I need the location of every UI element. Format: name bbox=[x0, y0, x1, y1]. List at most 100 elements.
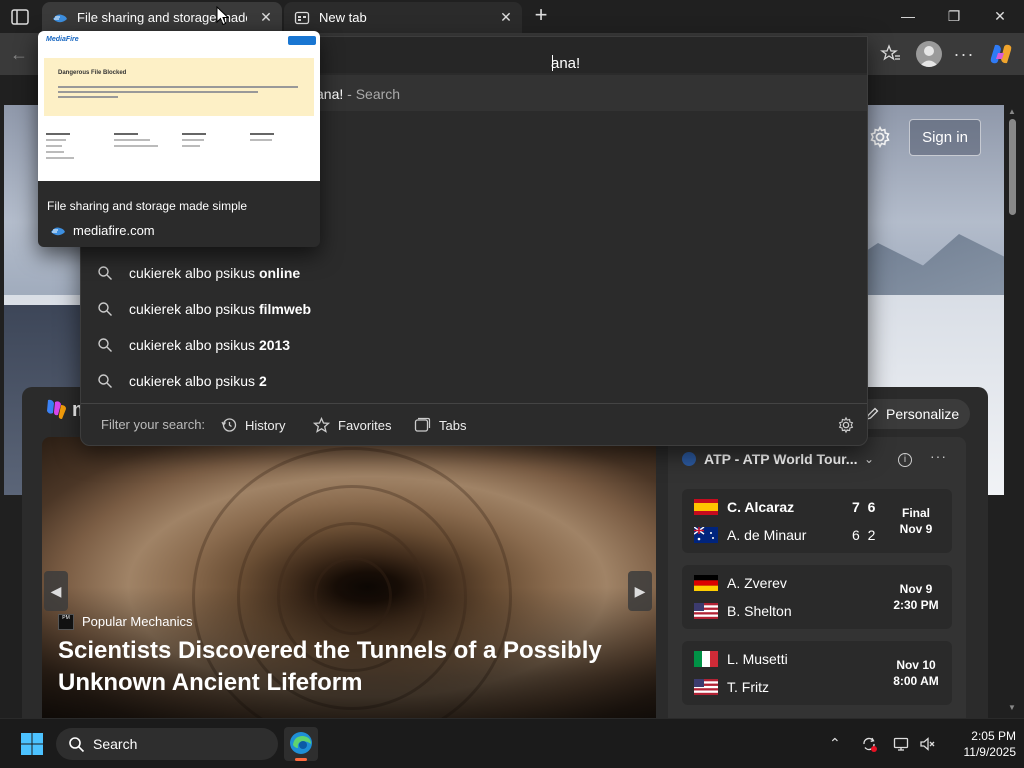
windows-logo-icon bbox=[21, 733, 43, 755]
favorites-button[interactable] bbox=[880, 43, 902, 65]
sports-title: ATP - ATP World Tour... bbox=[704, 451, 858, 467]
search-suggestion[interactable]: cukierek albo psikus online bbox=[81, 255, 867, 291]
thumb-text-line bbox=[58, 96, 118, 98]
featured-article-card[interactable]: ◀ ▶ PM Popular Mechanics Scientists Disc… bbox=[42, 437, 656, 718]
avatar-icon bbox=[919, 46, 939, 67]
personalize-button[interactable]: Personalize bbox=[852, 399, 970, 429]
player-2: T. Fritz bbox=[694, 679, 769, 695]
tab-mediafire[interactable]: File sharing and storage made simple ✕ bbox=[42, 2, 282, 33]
tab-actions-button[interactable] bbox=[8, 6, 32, 28]
carousel-prev-button[interactable]: ◀ bbox=[44, 571, 68, 611]
mouse-cursor-icon bbox=[216, 6, 229, 26]
match-row[interactable]: C. Alcaraz A. de Minaur 7 6 6 2 Final No… bbox=[682, 489, 952, 553]
player-name: C. Alcaraz bbox=[727, 499, 795, 515]
history-icon bbox=[221, 418, 237, 432]
info-icon[interactable]: i bbox=[898, 453, 912, 467]
mediafire-thumb-logo: MediaFire bbox=[46, 36, 79, 43]
clock-date: 11/9/2025 bbox=[963, 745, 1017, 759]
page-scrollbar[interactable]: ▲ ▼ bbox=[1005, 105, 1019, 718]
filter-history-button[interactable]: History bbox=[221, 417, 285, 433]
thumb-warning-banner: Dangerous File Blocked bbox=[44, 58, 314, 116]
search-suggestion[interactable]: cukierek albo psikus filmweb bbox=[81, 291, 867, 327]
set-score: 6 2 bbox=[852, 527, 878, 543]
suggestion-suffix: - Search bbox=[347, 86, 401, 102]
taskbar-search-label: Search bbox=[93, 736, 138, 752]
filter-chip-label: Favorites bbox=[338, 417, 392, 433]
search-icon bbox=[98, 302, 112, 316]
player-name: T. Fritz bbox=[727, 679, 769, 695]
gear-icon bbox=[838, 416, 854, 434]
restore-button[interactable]: ❐ bbox=[939, 4, 969, 28]
status-line: Nov 9 bbox=[899, 582, 933, 596]
germany-flag-icon bbox=[694, 575, 718, 591]
match-row[interactable]: L. Musetti T. Fritz Nov 10 8:00 AM bbox=[682, 641, 952, 705]
profile-avatar[interactable] bbox=[916, 41, 942, 67]
start-button[interactable] bbox=[20, 732, 44, 756]
search-suggestion[interactable]: cukierek albo psikus 2013 bbox=[81, 327, 867, 363]
running-indicator bbox=[295, 758, 307, 761]
search-filter-bar: Filter your search: History Favorites Ta… bbox=[81, 403, 867, 445]
taskbar-edge-button[interactable] bbox=[284, 727, 318, 761]
minimize-button[interactable]: — bbox=[893, 4, 923, 28]
suggestion-prefix: cukierek albo psikus bbox=[129, 265, 259, 281]
italy-flag-icon bbox=[694, 651, 718, 667]
thumb-banner-title: Dangerous File Blocked bbox=[58, 70, 127, 76]
tab-newtab[interactable]: New tab ✕ bbox=[284, 2, 522, 33]
usa-flag-icon bbox=[694, 679, 718, 695]
player-name: A. de Minaur bbox=[727, 527, 807, 543]
filter-tabs-button[interactable]: Tabs bbox=[414, 417, 466, 433]
carousel-next-button[interactable]: ▶ bbox=[628, 571, 652, 611]
more-menu-button[interactable]: ··· bbox=[952, 41, 976, 67]
tab-strip: File sharing and storage made simple ✕ N… bbox=[0, 0, 1024, 33]
thumb-text-line bbox=[58, 86, 298, 88]
australia-flag-icon bbox=[694, 527, 718, 543]
tab-close-button[interactable]: ✕ bbox=[498, 9, 514, 25]
filter-favorites-button[interactable]: Favorites bbox=[313, 417, 391, 433]
article-headline[interactable]: Scientists Discovered the Tunnels of a P… bbox=[58, 635, 618, 699]
match-row[interactable]: A. Zverev B. Shelton Nov 9 2:30 PM bbox=[682, 565, 952, 629]
date-line: Nov 9 bbox=[899, 522, 933, 536]
close-window-button[interactable]: ✕ bbox=[985, 4, 1015, 28]
suggestion-bold: 2013 bbox=[258, 337, 291, 353]
tab-close-button[interactable]: ✕ bbox=[258, 9, 274, 25]
search-icon bbox=[98, 374, 112, 388]
volume-muted-icon[interactable] bbox=[919, 736, 935, 752]
scroll-down-arrow[interactable]: ▼ bbox=[1008, 703, 1016, 712]
scroll-up-arrow[interactable]: ▲ bbox=[1008, 107, 1016, 116]
player-1: A. Zverev bbox=[694, 575, 787, 591]
suggestion-prefix: cukierek albo psikus bbox=[129, 373, 259, 389]
sign-in-button[interactable]: Sign in bbox=[909, 119, 981, 156]
spain-flag-icon bbox=[694, 499, 718, 515]
sports-header[interactable]: ATP - ATP World Tour... bbox=[682, 451, 857, 467]
tray-overflow-chevron[interactable]: ⌃ bbox=[829, 735, 841, 752]
address-text: ana! bbox=[551, 55, 581, 72]
sync-icon[interactable] bbox=[861, 736, 877, 752]
sports-more-button[interactable]: ··· bbox=[930, 448, 947, 464]
star-icon bbox=[313, 417, 330, 433]
thumb-text-line bbox=[58, 91, 258, 93]
search-icon bbox=[98, 266, 112, 280]
match-status: Nov 9 2:30 PM bbox=[882, 581, 950, 613]
page-settings-button[interactable] bbox=[868, 125, 892, 149]
search-icon bbox=[98, 338, 112, 352]
search-settings-button[interactable] bbox=[837, 416, 855, 434]
player-1: L. Musetti bbox=[694, 651, 788, 667]
usa-flag-icon bbox=[694, 603, 718, 619]
system-clock[interactable]: 2:05 PM 11/9/2025 bbox=[940, 728, 1017, 760]
clock-time: 2:05 PM bbox=[971, 729, 1016, 743]
thumb-footer-col bbox=[250, 133, 310, 145]
new-tab-button[interactable]: + bbox=[530, 4, 552, 26]
back-button[interactable]: ← bbox=[8, 43, 30, 65]
taskbar-search[interactable]: Search bbox=[56, 728, 278, 760]
mediafire-logo-icon bbox=[53, 14, 67, 22]
network-icon[interactable] bbox=[893, 736, 909, 752]
copilot-button[interactable] bbox=[988, 41, 1014, 67]
thumb-footer-col bbox=[46, 133, 106, 163]
thumb-footer-col bbox=[114, 133, 174, 151]
time-line: 2:30 PM bbox=[893, 598, 939, 612]
search-suggestion[interactable]: cukierek albo psikus 2 bbox=[81, 363, 867, 399]
chevron-down-icon[interactable]: ⌄ bbox=[864, 452, 874, 466]
scroll-thumb[interactable] bbox=[1009, 119, 1016, 215]
suggestion-bold: filmweb bbox=[258, 301, 312, 317]
screen: File sharing and storage made simple ✕ N… bbox=[0, 0, 1024, 768]
